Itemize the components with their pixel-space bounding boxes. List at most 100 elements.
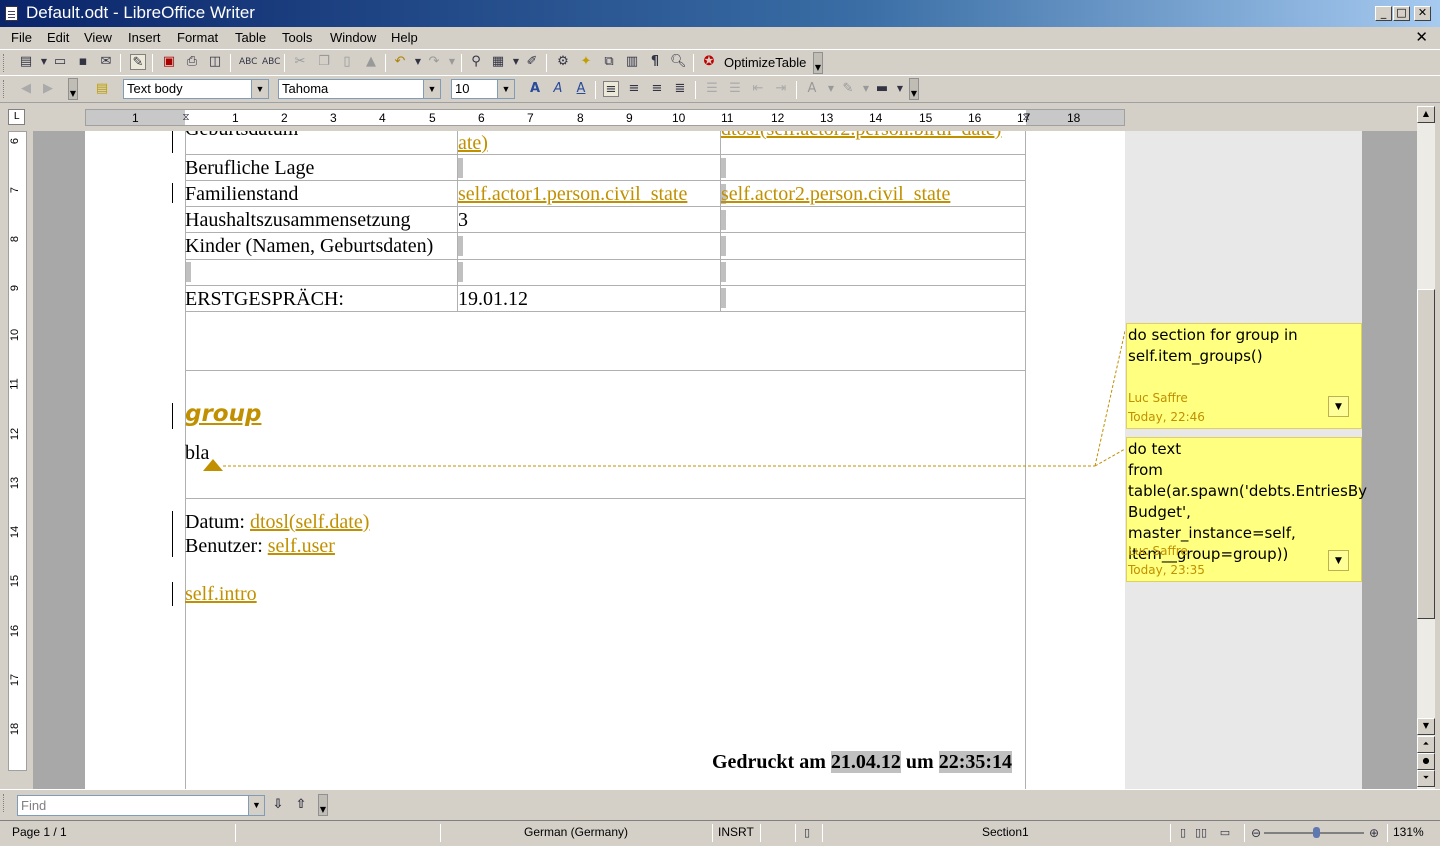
menu-tools[interactable]: Tools [282,30,312,45]
gallery-icon[interactable]: ⧉ [601,54,617,70]
maximize-button[interactable]: □ [1393,6,1410,21]
italic-icon[interactable]: A [550,81,566,97]
horizontal-ruler[interactable]: 1 1 2 3 4 5 6 7 8 9 10 11 12 13 14 15 16… [85,109,1125,126]
background-color-icon[interactable]: ▬ [874,81,890,97]
bullets-icon[interactable]: ☰ [727,81,743,97]
scroll-down-button[interactable]: ▼ [1417,718,1435,735]
right-indent-marker-icon[interactable]: ⧖ [1018,110,1034,126]
datum-field[interactable]: dtosl(self.date) [250,511,369,533]
menu-edit[interactable]: Edit [47,30,69,45]
table-cell-field[interactable]: self.actor1.person.civil_state [458,183,687,206]
vertical-scrollbar[interactable]: ▲ ▼ ⏶ ● ⏷ [1417,106,1435,789]
align-left-icon[interactable]: ≡ [603,81,619,97]
highlighting-icon[interactable]: ✎ [840,81,856,97]
page-indicator[interactable]: Page 1 / 1 [12,825,67,839]
table-cell-field[interactable]: ate) [458,132,488,155]
group-heading[interactable]: group [185,401,261,427]
close-button[interactable]: ✕ [1414,6,1431,21]
scroll-thumb[interactable] [1417,289,1435,619]
redo-dropdown-icon[interactable]: ▼ [444,54,460,70]
find-input[interactable]: Find ▼ [17,795,265,816]
menu-window[interactable]: Window [330,30,376,45]
table-icon[interactable]: ▦ [490,54,506,70]
justify-icon[interactable]: ≣ [672,81,688,97]
show-draw-functions-icon[interactable]: ✐ [524,54,540,70]
font-name-select[interactable]: Tahoma ▼ [278,79,441,99]
edit-mode-icon[interactable]: ✎ [130,54,146,70]
table-cell-field[interactable]: dtosl(self.actor2.person.birth_date) [721,131,1001,141]
formatting-marks-icon[interactable]: ¶ [647,54,663,70]
open-icon[interactable]: ▭ [52,54,68,70]
paste-icon[interactable]: ▯ [339,54,355,70]
zoom-icon[interactable]: 🔍︎ [670,54,687,70]
navigator-icon[interactable]: ✦ [578,54,594,70]
table-cell-field[interactable]: self.actor2.person.civil_state [721,183,950,206]
redo-icon[interactable]: ↷ [426,54,442,70]
document-modified-icon[interactable]: ▯ [799,825,815,841]
zoom-slider-thumb[interactable] [1313,827,1320,838]
table-dropdown-icon[interactable]: ▼ [508,54,524,70]
menu-help[interactable]: Help [391,30,418,45]
spellcheck-icon[interactable]: ABC [239,54,257,70]
menu-format[interactable]: Format [177,30,218,45]
toolbar-overflow-button[interactable]: ▼ [68,78,78,100]
print-preview-icon[interactable]: ◫ [207,54,223,70]
benutzer-field[interactable]: self.user [268,535,335,557]
hyperlink-icon[interactable]: ⚲ [468,54,484,70]
autospellcheck-icon[interactable]: ABC [262,54,280,70]
optimize-table-button[interactable]: OptimizeTable [724,55,806,70]
close-document-icon[interactable]: ✕ [1415,28,1428,46]
tab-type-selector[interactable]: L [8,109,25,125]
toolbar-grip[interactable] [3,54,6,72]
single-page-view-icon[interactable]: ▯ [1175,825,1191,841]
comment-note[interactable]: do text from table(ar.spawn('debts.Entri… [1126,437,1367,582]
background-dropdown-icon[interactable]: ▼ [892,81,908,97]
find-replace-icon[interactable]: ⚙ [555,54,571,70]
footer-date-field[interactable]: 21.04.12 [830,751,901,773]
highlighting-dropdown-icon[interactable]: ▼ [858,81,874,97]
menu-view[interactable]: View [84,30,112,45]
scroll-up-button[interactable]: ▲ [1417,106,1435,123]
comment-menu-button[interactable]: ▼ [1328,396,1349,417]
numbering-icon[interactable]: ☰ [704,81,720,97]
font-color-icon[interactable]: A [804,81,820,97]
print-icon[interactable]: ⎙ [184,54,200,70]
find-next-icon[interactable]: ⇩ [270,797,286,813]
toolbar-overflow-button[interactable]: ▼ [318,794,328,816]
styles-formatting-icon[interactable]: ▤ [94,81,110,97]
optimize-table-icon[interactable]: ✪ [701,54,717,70]
zoom-out-icon[interactable]: ⊖ [1248,825,1264,841]
indent-marker-icon[interactable]: ⧖ [178,110,194,126]
book-view-icon[interactable]: ▭ [1217,825,1233,841]
insert-mode-indicator[interactable]: INSRT [718,825,754,839]
toolbar-overflow-button[interactable]: ▼ [813,52,823,74]
chevron-down-icon[interactable]: ▼ [248,796,264,815]
align-right-icon[interactable]: ≡ [649,81,665,97]
export-pdf-icon[interactable]: ▣ [161,54,177,70]
toolbar-overflow-button[interactable]: ▼ [909,78,919,100]
chevron-down-icon[interactable]: ▼ [251,80,268,98]
multi-page-view-icon[interactable]: ▯▯ [1193,825,1209,841]
chevron-down-icon[interactable]: ▼ [497,80,514,98]
footer-time-field[interactable]: 22:35:14 [938,751,1013,773]
data-sources-icon[interactable]: ▥ [624,54,640,70]
increase-indent-icon[interactable]: ⇥ [773,81,789,97]
document-page[interactable]: Geburtsdatum ate) dtosl(self.actor2.pers… [85,131,1125,789]
clone-format-icon[interactable]: ▲ [363,54,379,70]
zoom-in-icon[interactable]: ⊕ [1366,825,1382,841]
minimize-button[interactable]: _ [1375,6,1392,21]
menu-file[interactable]: File [11,30,32,45]
menu-insert[interactable]: Insert [128,30,161,45]
new-dropdown-icon[interactable]: ▼ [36,54,52,70]
font-color-dropdown-icon[interactable]: ▼ [823,81,839,97]
bold-icon[interactable]: A [527,81,543,97]
align-center-icon[interactable]: ≡ [626,81,642,97]
vertical-ruler[interactable]: 6 7 8 9 10 11 12 13 14 15 16 17 18 [8,131,27,771]
comment-note[interactable]: do section for group in self.item_groups… [1126,323,1362,429]
cut-icon[interactable]: ✂ [292,54,308,70]
font-size-select[interactable]: 10 ▼ [451,79,515,99]
copy-icon[interactable]: ❐ [316,54,332,70]
navigation-button[interactable]: ● [1417,753,1435,770]
undo-dropdown-icon[interactable]: ▼ [410,54,426,70]
next-page-button[interactable]: ⏷ [1417,770,1435,787]
